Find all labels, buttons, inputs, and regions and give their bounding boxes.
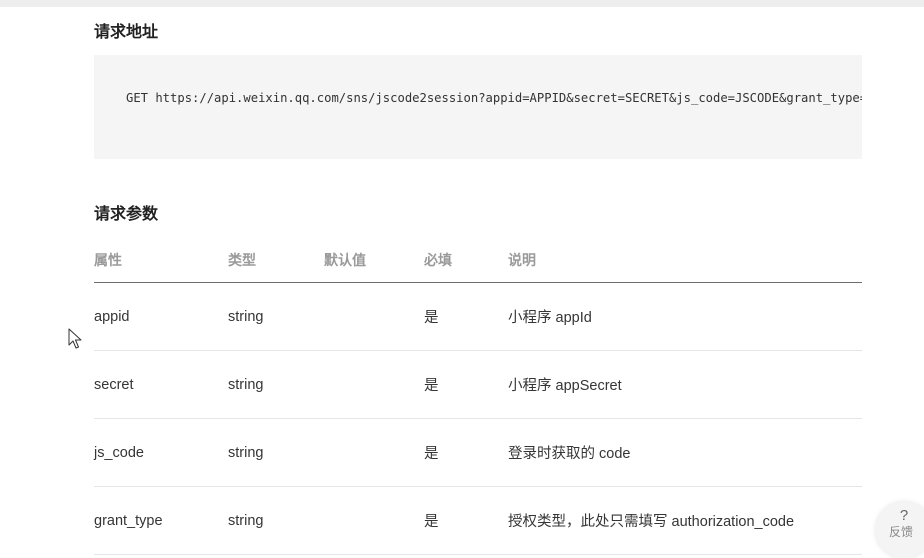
column-header-type: 类型 xyxy=(228,237,324,283)
column-header-required: 必填 xyxy=(424,237,508,283)
cell-description: 小程序 appId xyxy=(508,282,862,351)
request-url-heading: 请求地址 xyxy=(94,24,159,41)
top-bar xyxy=(0,0,924,7)
column-header-default: 默认值 xyxy=(324,237,424,283)
cell-description: 登录时获取的 code xyxy=(508,418,862,487)
cell-required: 是 xyxy=(424,418,508,487)
cell-property: appid xyxy=(94,282,228,351)
request-params-heading: 请求参数 xyxy=(94,206,159,223)
cell-required: 是 xyxy=(424,486,508,555)
mouse-cursor-icon xyxy=(68,328,82,349)
params-table: 属性 类型 默认值 必填 说明 appid string 是 小程序 appId… xyxy=(94,237,862,555)
cell-default xyxy=(324,350,424,419)
cell-default xyxy=(324,486,424,555)
cell-property: js_code xyxy=(94,418,228,487)
cell-type: string xyxy=(228,350,324,419)
question-icon: ? xyxy=(899,507,909,524)
cell-default xyxy=(324,282,424,351)
code-text: GET https://api.weixin.qq.com/sns/jscode… xyxy=(126,91,862,105)
column-header-property: 属性 xyxy=(94,237,228,283)
cell-type: string xyxy=(228,486,324,555)
cell-description: 小程序 appSecret xyxy=(508,350,862,419)
feedback-button[interactable]: ? 反馈 xyxy=(876,502,924,558)
table-row: grant_type string 是 授权类型，此处只需填写 authoriz… xyxy=(94,486,862,555)
cell-description: 授权类型，此处只需填写 authorization_code xyxy=(508,486,862,555)
cell-required: 是 xyxy=(424,350,508,419)
table-header-row: 属性 类型 默认值 必填 说明 xyxy=(94,237,862,283)
column-header-description: 说明 xyxy=(508,237,862,283)
cell-property: grant_type xyxy=(94,486,228,555)
feedback-label: 反馈 xyxy=(888,525,913,539)
cell-default xyxy=(324,418,424,487)
cell-property: secret xyxy=(94,350,228,419)
cell-type: string xyxy=(228,282,324,351)
code-block[interactable]: GET https://api.weixin.qq.com/sns/jscode… xyxy=(94,55,862,159)
table-row: secret string 是 小程序 appSecret xyxy=(94,350,862,419)
cell-type: string xyxy=(228,418,324,487)
table-row: appid string 是 小程序 appId xyxy=(94,282,862,351)
table-row: js_code string 是 登录时获取的 code xyxy=(94,418,862,487)
cell-required: 是 xyxy=(424,282,508,351)
